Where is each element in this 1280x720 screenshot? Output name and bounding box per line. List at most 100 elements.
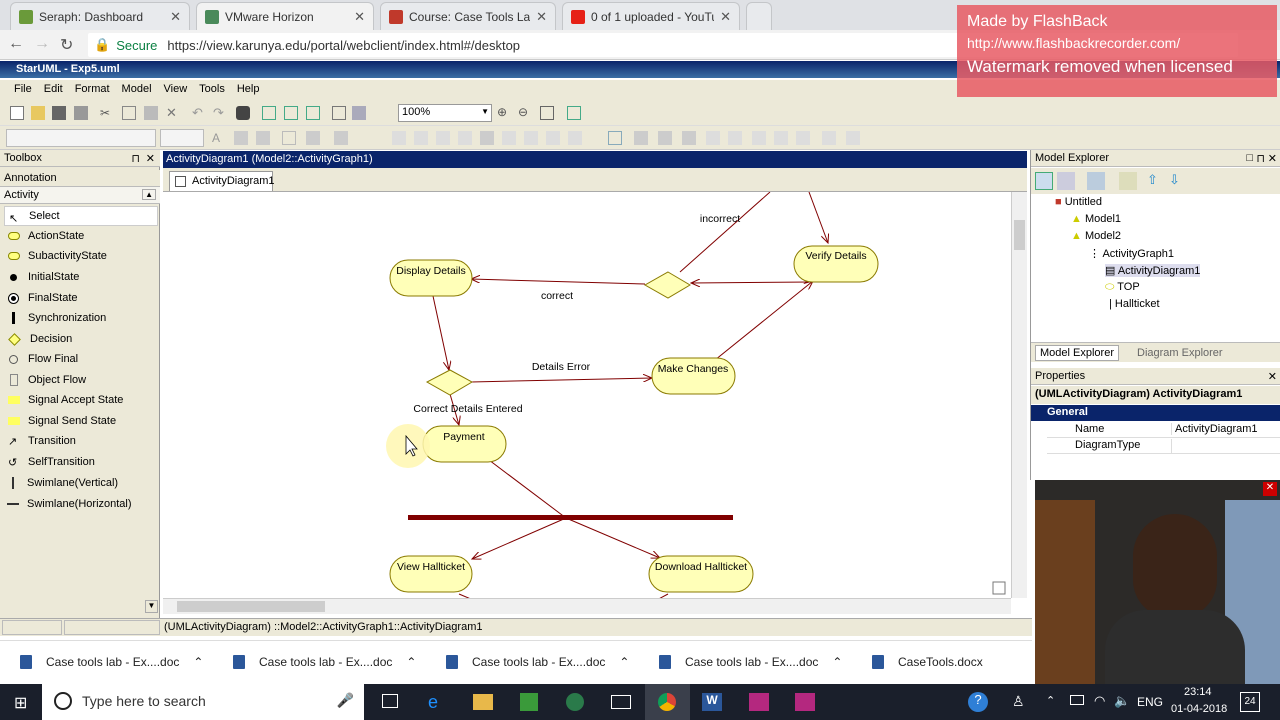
- toolbox-item-flowfinal[interactable]: Flow Final: [4, 349, 158, 369]
- close-icon[interactable]: ✕: [146, 152, 155, 165]
- close-icon[interactable]: ✕: [354, 9, 365, 25]
- style3-icon[interactable]: [334, 131, 348, 145]
- close-icon[interactable]: ✕: [170, 9, 181, 25]
- find-icon[interactable]: [236, 106, 250, 120]
- property-row-diagramtype[interactable]: DiagramType: [1047, 438, 1280, 454]
- menu-tools[interactable]: Tools: [193, 80, 231, 100]
- distribute-icon[interactable]: [524, 131, 538, 145]
- close-icon[interactable]: ✕: [720, 9, 731, 25]
- toolbox-item-signalsend[interactable]: Signal Send State: [4, 411, 158, 431]
- download-item[interactable]: Case tools lab - Ex....doc ⌃: [233, 655, 416, 669]
- toolbox-item-select[interactable]: ↖ Select: [4, 206, 158, 226]
- task-view-icon[interactable]: [382, 694, 398, 708]
- filter-icon[interactable]: [1087, 172, 1105, 190]
- fit-icon[interactable]: [540, 106, 554, 120]
- font-color-icon[interactable]: A: [212, 131, 226, 145]
- toolbox-item-actionstate[interactable]: ActionState: [4, 226, 158, 246]
- toolbox-item-signalaccept[interactable]: Signal Accept State: [4, 390, 158, 410]
- undo-icon[interactable]: ↶: [192, 105, 206, 120]
- tools-icon[interactable]: [1119, 172, 1137, 190]
- chevron-up-icon[interactable]: ⌃: [406, 655, 416, 669]
- toolbox-item-transition[interactable]: ↗ Transition: [4, 431, 158, 451]
- property-row-name[interactable]: Name ActivityDiagram1: [1047, 422, 1280, 438]
- align-right-icon[interactable]: [436, 131, 450, 145]
- toolbox-item-finalstate[interactable]: FinalState: [4, 288, 158, 308]
- maximize-icon[interactable]: □: [1246, 152, 1253, 164]
- menu-help[interactable]: Help: [231, 80, 266, 100]
- order3-icon[interactable]: [682, 131, 696, 145]
- decision-node-bottom[interactable]: [425, 369, 474, 396]
- help-icon[interactable]: ?: [968, 692, 988, 712]
- space4-icon[interactable]: [822, 131, 836, 145]
- back-icon[interactable]: ←: [8, 35, 24, 53]
- tab-seraph-dashboard[interactable]: Seraph: Dashboard ✕: [10, 2, 190, 30]
- tree-node-untitled[interactable]: ■ Untitled: [1055, 196, 1102, 208]
- toolbox-item-initialstate[interactable]: InitialState: [4, 267, 158, 287]
- space-icon[interactable]: [752, 131, 766, 145]
- toolbox-annotation-group[interactable]: Annotation: [0, 170, 160, 187]
- clock-date[interactable]: 01-04-2018: [1171, 703, 1227, 715]
- size-icon[interactable]: [706, 131, 720, 145]
- app-icon[interactable]: [520, 693, 538, 711]
- style-icon[interactable]: [282, 131, 296, 145]
- close-icon[interactable]: ✕: [1263, 482, 1277, 496]
- new-tab-button[interactable]: [746, 2, 772, 30]
- collapse-icon[interactable]: ▲: [142, 189, 156, 200]
- toolbox-item-swimlane-vertical[interactable]: Swimlane(Vertical): [4, 473, 158, 493]
- menu-view[interactable]: View: [158, 80, 194, 100]
- space3-icon[interactable]: [796, 131, 810, 145]
- chevron-up-icon[interactable]: ⌃: [193, 655, 203, 669]
- menu-edit[interactable]: Edit: [38, 80, 69, 100]
- layout-icon[interactable]: [262, 106, 276, 120]
- tree-node-hallticket[interactable]: | Hallticket: [1109, 298, 1160, 310]
- mail-icon[interactable]: [611, 695, 631, 709]
- tree-node-model1[interactable]: ▲ Model1: [1071, 213, 1121, 225]
- notification-icon[interactable]: 24: [1240, 692, 1260, 712]
- toolbox-item-subactivitystate[interactable]: SubactivityState: [4, 246, 158, 266]
- pin-icon[interactable]: ⊓: [1256, 152, 1265, 165]
- diagram-canvas[interactable]: Display Details Verify Details Make Chan…: [163, 192, 1011, 598]
- toolbox-activity-group[interactable]: Activity ▲: [0, 187, 160, 204]
- font-size-select[interactable]: [160, 129, 204, 147]
- tree-node-activitygraph1[interactable]: ⋮ ActivityGraph1: [1089, 247, 1174, 260]
- settings-icon[interactable]: [352, 106, 366, 120]
- zoom-select[interactable]: 100% ▼: [398, 104, 492, 122]
- volume-icon[interactable]: 🔈: [1114, 693, 1130, 709]
- tree-node-activitydiagram1[interactable]: ▤ ActivityDiagram1: [1105, 264, 1201, 277]
- space5-icon[interactable]: [846, 131, 860, 145]
- scroll-down-icon[interactable]: ▼: [145, 600, 158, 613]
- tab-model-explorer[interactable]: Model Explorer: [1035, 345, 1119, 361]
- distribute2-icon[interactable]: [546, 131, 560, 145]
- space2-icon[interactable]: [774, 131, 788, 145]
- move-down-icon[interactable]: ⇩: [1169, 172, 1180, 188]
- fill-color-icon[interactable]: [256, 131, 270, 145]
- wifi-icon[interactable]: ◠: [1094, 693, 1105, 709]
- chrome-taskbar-item[interactable]: [645, 684, 690, 720]
- tree-node-top[interactable]: ⬭ TOP: [1105, 281, 1140, 294]
- language-indicator[interactable]: ENG: [1137, 695, 1163, 709]
- chevron-up-icon[interactable]: ⌃: [619, 655, 629, 669]
- close-icon[interactable]: ✕: [536, 9, 547, 25]
- size2-icon[interactable]: [728, 131, 742, 145]
- pin-icon[interactable]: ⊓: [131, 152, 140, 165]
- word-icon[interactable]: W: [702, 693, 722, 711]
- open-icon[interactable]: [31, 106, 45, 120]
- toolbox-item-swimlane-horizontal[interactable]: Swimlane(Horizontal): [4, 494, 158, 514]
- chevron-up-icon[interactable]: ⌃: [1046, 694, 1055, 707]
- align-left-icon[interactable]: [392, 131, 406, 145]
- chevron-up-icon[interactable]: ⌃: [832, 655, 842, 669]
- property-value[interactable]: ActivityDiagram1: [1171, 423, 1280, 435]
- clock-time[interactable]: 23:14: [1184, 686, 1212, 698]
- sort-icon[interactable]: [1035, 172, 1053, 190]
- cut-icon[interactable]: ✂: [100, 106, 114, 120]
- scroll-thumb[interactable]: [177, 601, 325, 612]
- paste-icon[interactable]: [144, 106, 158, 120]
- save-icon[interactable]: [52, 106, 66, 120]
- order2-icon[interactable]: [658, 131, 672, 145]
- group-icon[interactable]: [608, 131, 622, 145]
- download-item[interactable]: CaseTools.docx: [872, 655, 983, 669]
- close-icon[interactable]: ✕: [1268, 370, 1277, 383]
- align-top-icon[interactable]: [458, 131, 472, 145]
- toolbox-item-decision[interactable]: Decision: [4, 329, 158, 349]
- toolbox-item-synchronization[interactable]: Synchronization: [4, 308, 158, 328]
